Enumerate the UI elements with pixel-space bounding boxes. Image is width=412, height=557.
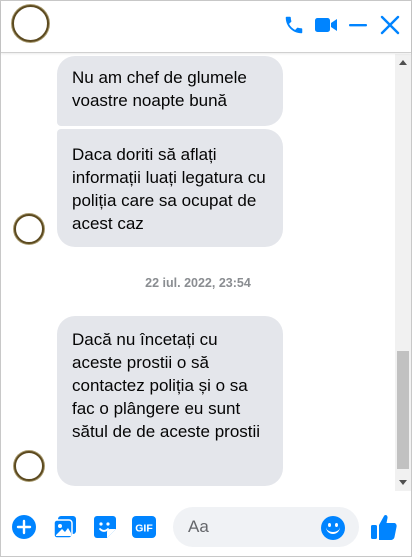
scrollbar[interactable]: [395, 54, 411, 491]
scroll-thumb[interactable]: [397, 351, 409, 469]
thumbs-up-icon[interactable]: [369, 512, 399, 542]
scroll-up-arrow-icon[interactable]: [399, 60, 407, 65]
gif-label: GIF: [135, 523, 153, 535]
scroll-down-arrow-icon[interactable]: [399, 480, 407, 485]
sender-avatar[interactable]: [14, 214, 44, 244]
message-bubble[interactable]: Dacă nu încetați cu aceste prostii o să …: [57, 316, 283, 486]
message-composer: GIF: [1, 492, 411, 556]
message-bubble[interactable]: Daca doriti să aflați informații luați l…: [57, 129, 283, 247]
emoji-icon[interactable]: [321, 516, 345, 540]
plus-icon[interactable]: [11, 514, 37, 540]
message-bubble[interactable]: Nu am chef de glumele voastre noapte bun…: [57, 56, 283, 126]
image-icon[interactable]: [52, 514, 78, 540]
chat-header: [1, 1, 411, 53]
phone-icon[interactable]: [282, 13, 306, 37]
minimize-icon[interactable]: [346, 13, 370, 37]
message-list[interactable]: Nu am chef de glumele voastre noapte bun…: [1, 54, 395, 491]
contact-avatar[interactable]: [12, 5, 49, 42]
gif-icon[interactable]: GIF: [131, 514, 157, 540]
sticker-icon[interactable]: [92, 514, 118, 540]
sender-avatar[interactable]: [14, 451, 44, 481]
chat-window: Nu am chef de glumele voastre noapte bun…: [0, 0, 412, 557]
message-timestamp: 22 iul. 2022, 23:54: [145, 276, 251, 290]
video-camera-icon[interactable]: [314, 13, 338, 37]
close-icon[interactable]: [378, 13, 402, 37]
